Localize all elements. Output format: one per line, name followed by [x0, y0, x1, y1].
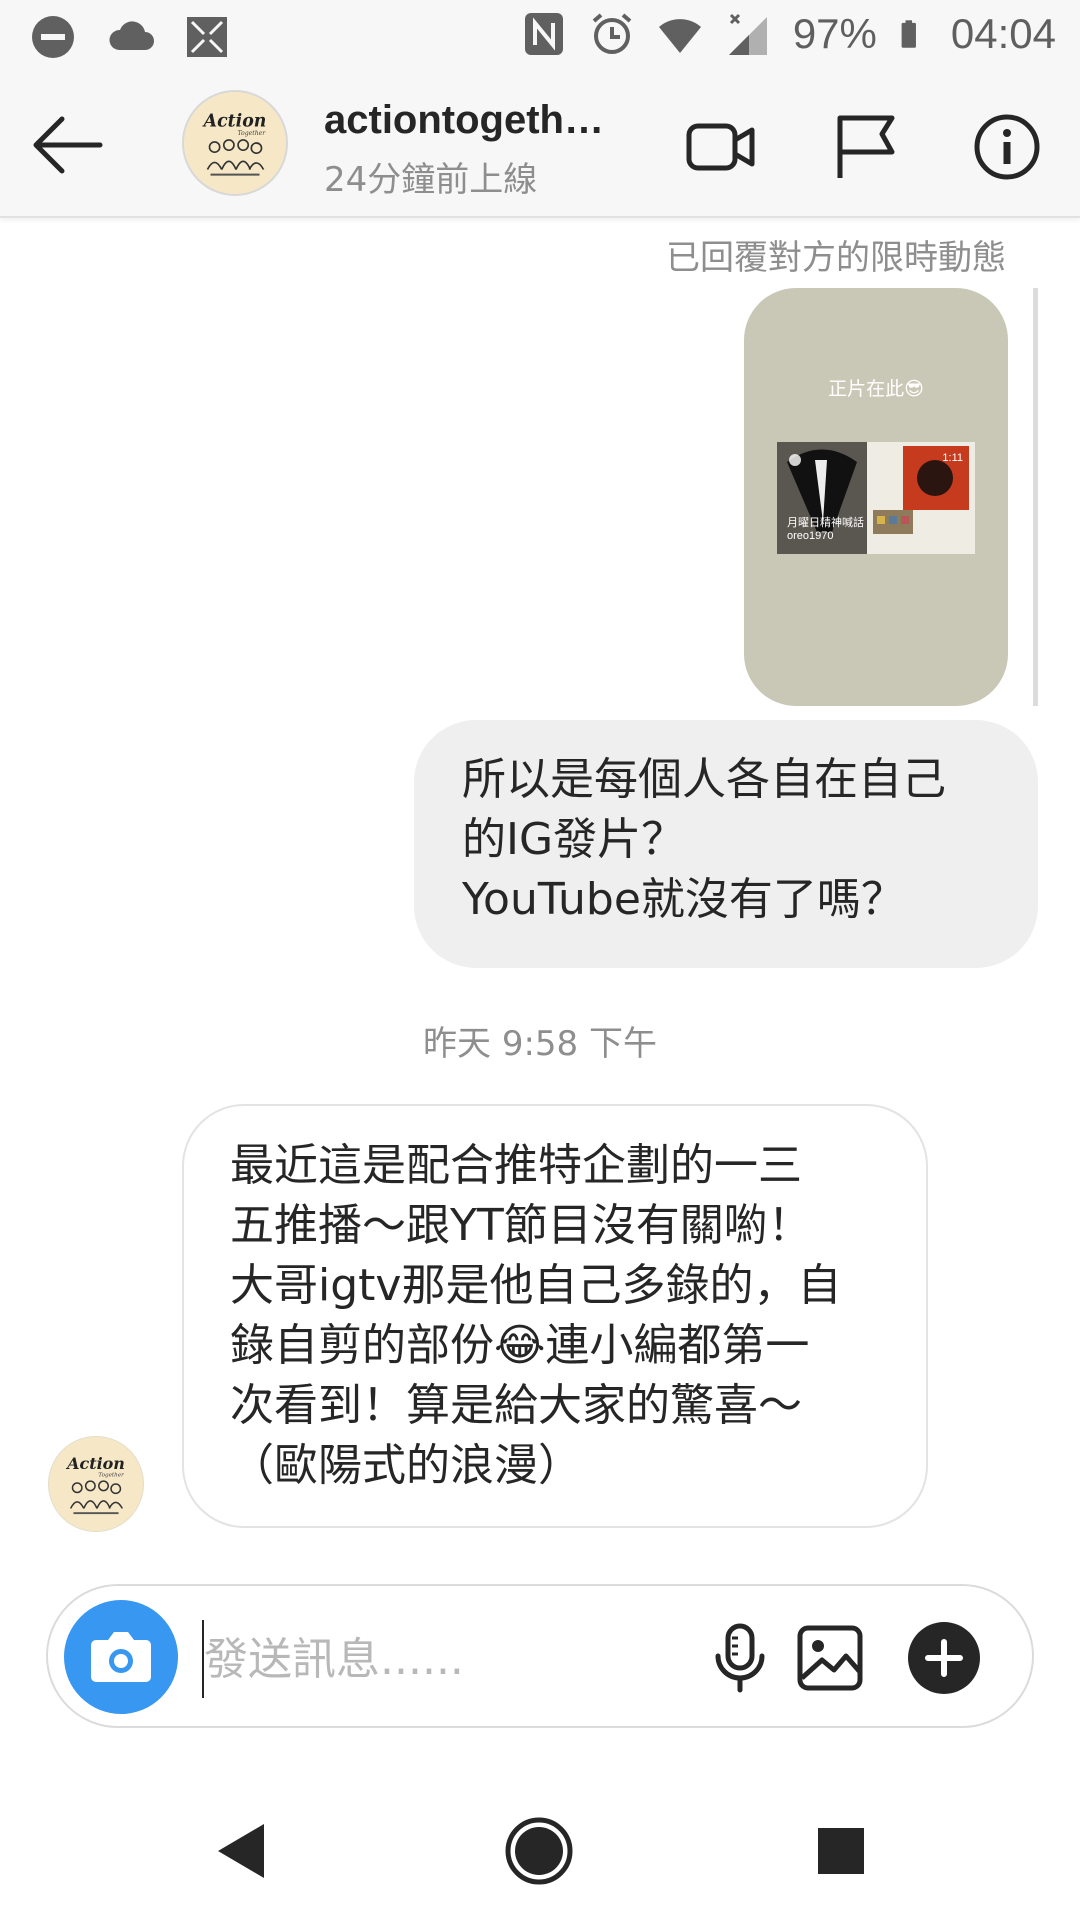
- story-caption: 正片在此😎: [828, 378, 924, 400]
- message-input[interactable]: [202, 1620, 676, 1698]
- svg-text:Together: Together: [237, 130, 266, 137]
- story-reply-bar: [1033, 288, 1038, 706]
- message-timestamp: 昨天 9:58 下午: [423, 1024, 657, 1064]
- chat-header: Action Together actiontogeth… 24分鐘前上線: [0, 72, 1080, 218]
- story-video-thumbnail[interactable]: 1:11 月曜日精神喊話 oreo1970: [777, 442, 975, 554]
- message-line: （歐陽式的浪漫）: [230, 1440, 582, 1491]
- svg-text:Action: Action: [202, 112, 267, 132]
- video-username: oreo1970: [787, 530, 834, 542]
- action-logo: Action Together: [49, 1437, 143, 1531]
- video-duration: 1:11: [942, 452, 963, 464]
- message-line: 五推播～跟YT節目沒有關喲！: [230, 1200, 812, 1251]
- message-line: 最近這是配合推特企劃的一三: [230, 1140, 802, 1191]
- nav-home-icon[interactable]: [504, 1816, 574, 1886]
- clock: 04:04: [950, 10, 1056, 57]
- sender-avatar[interactable]: Action Together: [48, 1436, 144, 1532]
- story-reply-note: 已回覆對方的限時動態: [666, 238, 1006, 278]
- status-left-icons: [30, 14, 230, 60]
- camera-button[interactable]: [64, 1600, 178, 1714]
- camera-icon: [91, 1632, 151, 1682]
- nfc-icon: [524, 13, 563, 55]
- flag-icon[interactable]: [830, 112, 900, 182]
- action-logo: Action Together: [184, 92, 286, 194]
- message-line: 錄自剪的部份😂連小編都第一: [230, 1320, 810, 1371]
- message-line: YouTube就沒有了嗎？: [462, 874, 905, 925]
- nav-recents-icon[interactable]: [806, 1816, 876, 1886]
- status-right: 97% 04:04: [521, 10, 1056, 58]
- alarm-icon: [592, 13, 632, 54]
- message-line: 的IG發片？: [462, 814, 686, 865]
- signal-icon: [728, 13, 767, 55]
- svg-text:Together: Together: [98, 1472, 124, 1478]
- svg-text:Action: Action: [65, 1454, 125, 1473]
- app-icon: [187, 17, 227, 57]
- last-active-status: 24分鐘前上線: [324, 160, 538, 200]
- wifi-icon: [658, 19, 701, 53]
- video-call-icon[interactable]: [686, 112, 756, 182]
- message-line: 次看到！算是給大家的驚喜～: [230, 1380, 802, 1431]
- outgoing-message[interactable]: 所以是每個人各自在自己 的IG發片？ YouTube就沒有了嗎？: [414, 720, 1038, 968]
- status-bar: 97% 04:04: [0, 0, 1080, 72]
- gallery-icon[interactable]: [794, 1622, 866, 1694]
- message-line: 大哥igtv那是他自己多錄的，自: [230, 1260, 842, 1311]
- nav-back-icon[interactable]: [206, 1816, 276, 1886]
- chat-title[interactable]: actiontogeth…: [324, 98, 604, 143]
- battery-percent: 97%: [792, 10, 877, 57]
- avatar[interactable]: Action Together: [182, 90, 288, 196]
- info-icon[interactable]: [972, 112, 1042, 182]
- back-arrow-icon[interactable]: [28, 110, 108, 180]
- do-not-disturb-icon: [32, 16, 74, 58]
- plus-icon[interactable]: [908, 1622, 980, 1694]
- incoming-message[interactable]: 最近這是配合推特企劃的一三 五推播～跟YT節目沒有關喲！ 大哥igtv那是他自己…: [182, 1104, 928, 1528]
- microphone-icon[interactable]: [704, 1622, 776, 1694]
- system-nav-bar: [0, 1776, 1080, 1920]
- message-composer: [46, 1584, 1034, 1728]
- story-reply-card[interactable]: 正片在此😎 1:11 月曜日精神喊話 oreo1970: [744, 288, 1008, 706]
- battery-icon: [901, 20, 916, 48]
- video-title: 月曜日精神喊話: [787, 516, 864, 529]
- message-line: 所以是每個人各自在自己: [462, 754, 946, 805]
- cloud-icon: [109, 21, 154, 50]
